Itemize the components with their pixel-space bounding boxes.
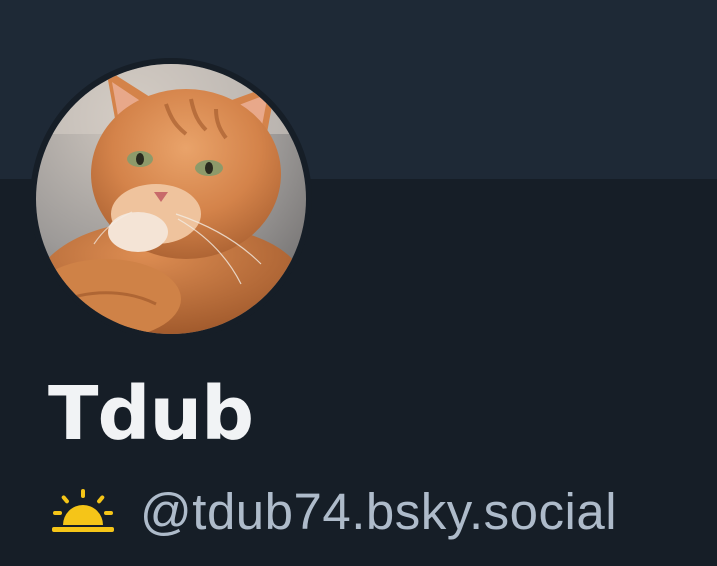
profile-display-name: Tdub: [48, 371, 254, 457]
profile-handle-row: @tdub74.bsky.social: [52, 474, 617, 548]
avatar[interactable]: [36, 64, 306, 334]
sunrise-icon: [52, 489, 114, 533]
cat-avatar-image: [36, 64, 306, 334]
avatar-ring: [30, 58, 312, 340]
profile-handle[interactable]: @tdub74.bsky.social: [140, 482, 617, 541]
